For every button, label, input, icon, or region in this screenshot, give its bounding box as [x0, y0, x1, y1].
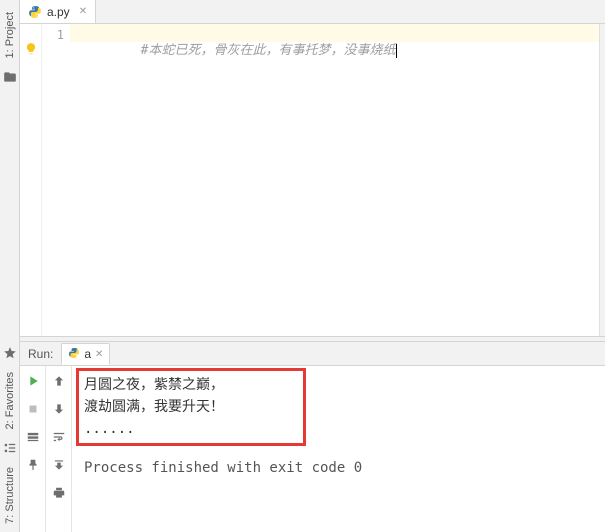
print-icon[interactable] [50, 484, 68, 502]
editor-tab-bar: a.py ✕ [20, 0, 605, 24]
run-body: 月圆之夜，紫禁之巅， 渡劫圆满，我要升天！ ...... Process fin… [20, 366, 605, 532]
line-number-gutter: 1 [42, 24, 70, 336]
code-line: #本蛇已死，骨灰在此，有事托梦，没事烧纸 [70, 24, 605, 42]
tool-structure[interactable]: 7: Structure [4, 467, 16, 524]
python-file-icon [28, 5, 42, 19]
run-header: Run: a ✕ [20, 342, 605, 366]
structure-icon [3, 441, 17, 455]
run-panel: Run: a ✕ [20, 342, 605, 532]
editor-icon-gutter [20, 24, 42, 336]
text-caret [396, 44, 397, 58]
close-icon[interactable]: ✕ [95, 349, 103, 360]
pin-icon[interactable] [24, 456, 42, 474]
lightbulb-icon[interactable] [24, 42, 38, 56]
tool-project[interactable]: 1: Project [4, 12, 16, 58]
console-output[interactable]: 月圆之夜，紫禁之巅， 渡劫圆满，我要升天！ ...... Process fin… [72, 366, 605, 532]
console-exit-line: Process finished with exit code 0 [84, 460, 593, 476]
run-toolbar-left [20, 366, 46, 532]
run-toolbars [20, 366, 72, 532]
editor-tab-label: a.py [47, 5, 70, 19]
python-run-icon [68, 347, 80, 362]
console-line: ...... [84, 418, 593, 440]
up-arrow-icon[interactable] [50, 372, 68, 390]
editor-area: 1 #本蛇已死，骨灰在此，有事托梦，没事烧纸 [20, 24, 605, 336]
stop-icon[interactable] [24, 400, 42, 418]
editor-right-edge [599, 24, 605, 336]
tool-favorites[interactable]: 2: Favorites [4, 372, 16, 429]
play-icon[interactable] [24, 372, 42, 390]
left-tool-strip: 1: Project 2: Favorites 7: Structure [0, 0, 20, 532]
console-line: 渡劫圆满，我要升天！ [84, 396, 593, 418]
wrap-icon[interactable] [50, 428, 68, 446]
run-label: Run: [28, 347, 53, 361]
scroll-to-end-icon[interactable] [50, 456, 68, 474]
run-tab-label: a [84, 347, 91, 361]
line-number: 1 [42, 26, 64, 44]
main-column: a.py ✕ 1 #本蛇已死，骨灰在此，有事托梦，没事烧纸 Run: [20, 0, 605, 532]
run-config-tab[interactable]: a ✕ [61, 343, 110, 365]
code-area[interactable]: #本蛇已死，骨灰在此，有事托梦，没事烧纸 [70, 24, 605, 336]
down-arrow-icon[interactable] [50, 400, 68, 418]
layout-icon[interactable] [24, 428, 42, 446]
star-icon [3, 346, 17, 360]
folder-icon [3, 70, 17, 84]
editor-tab[interactable]: a.py ✕ [20, 0, 96, 23]
run-toolbar-right [46, 366, 72, 532]
code-comment: #本蛇已死，骨灰在此，有事托梦，没事烧纸 [141, 43, 396, 58]
console-line: 月圆之夜，紫禁之巅， [84, 374, 593, 396]
close-icon[interactable]: ✕ [79, 6, 87, 17]
